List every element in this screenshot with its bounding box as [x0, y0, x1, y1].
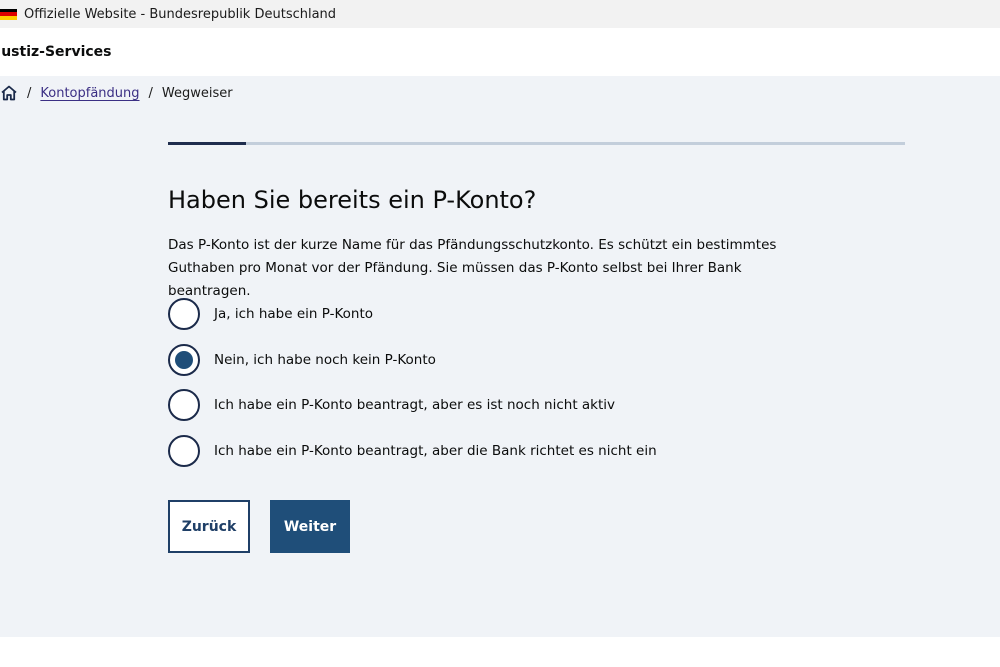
government-bar: Offizielle Website - Bundesrepublik Deut…: [0, 0, 1000, 28]
radio-option-label[interactable]: Ich habe ein P-Konto beantragt, aber es …: [214, 397, 615, 413]
breadcrumb-current-page: Wegweiser: [161, 85, 233, 101]
radio-option-label[interactable]: Ja, ich habe ein P-Konto: [214, 306, 373, 322]
form-actions: Zurück Weiter: [168, 500, 350, 553]
main-content: / Kontopfändung / Wegweiser Haben Sie be…: [0, 76, 1000, 637]
breadcrumb-link-kontopfaendung[interactable]: Kontopfändung: [40, 86, 139, 101]
official-website-notice: Offizielle Website - Bundesrepublik Deut…: [24, 6, 337, 22]
site-title[interactable]: Justiz-Services: [0, 44, 112, 60]
page-footer: [0, 637, 1000, 667]
german-flag-icon: [0, 8, 17, 20]
radio-option-requested-not-active[interactable]: Ich habe ein P-Konto beantragt, aber es …: [168, 389, 657, 421]
progress-bar-fill: [168, 142, 247, 145]
radio-button[interactable]: [168, 434, 200, 467]
radio-button[interactable]: [168, 298, 200, 330]
breadcrumb: / Kontopfändung / Wegweiser: [0, 83, 233, 103]
radio-option-label[interactable]: Ich habe ein P-Konto beantragt, aber die…: [214, 443, 657, 459]
site-header: Justiz-Services: [0, 28, 1000, 76]
home-icon[interactable]: [0, 84, 18, 102]
question-description: Das P-Konto ist der kurze Name für das P…: [168, 237, 777, 299]
radio-option-no[interactable]: Nein, ich habe noch kein P-Konto: [168, 343, 657, 376]
progress-bar: [168, 142, 905, 145]
breadcrumb-separator: /: [148, 85, 153, 101]
next-button[interactable]: Weiter: [270, 500, 350, 553]
breadcrumb-separator: /: [27, 85, 32, 101]
radio-selected-dot: [175, 350, 193, 369]
flag-stripe-gold: [0, 15, 17, 20]
radio-option-label[interactable]: Nein, ich habe noch kein P-Konto: [214, 352, 436, 368]
radio-option-requested-refused[interactable]: Ich habe ein P-Konto beantragt, aber die…: [168, 434, 657, 467]
radio-button[interactable]: [168, 389, 200, 421]
radio-option-yes[interactable]: Ja, ich habe ein P-Konto: [168, 298, 657, 330]
question-title: Haben Sie bereits ein P-Konto?: [168, 186, 537, 214]
back-button[interactable]: Zurück: [168, 500, 250, 553]
radio-group: Ja, ich habe ein P-Konto Nein, ich habe …: [168, 298, 657, 480]
radio-button[interactable]: [168, 343, 200, 376]
